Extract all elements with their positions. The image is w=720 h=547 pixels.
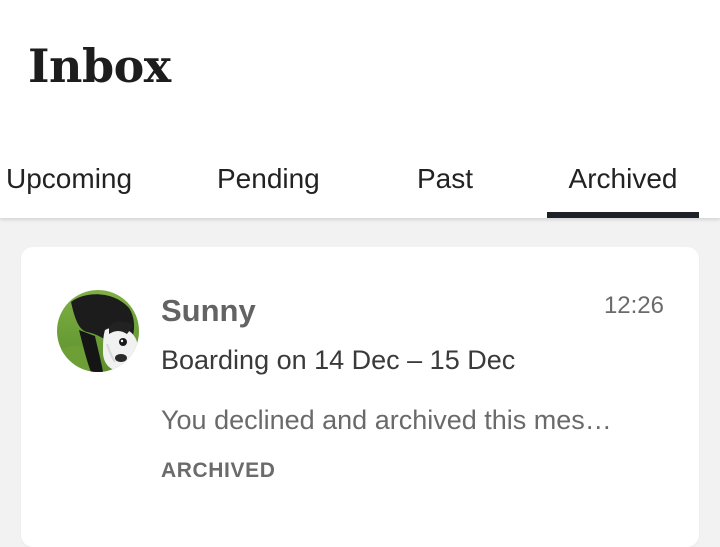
tab-upcoming[interactable]: Upcoming	[6, 150, 132, 218]
avatar	[57, 290, 139, 372]
message-preview: You declined and archived this mes…	[161, 405, 612, 435]
tab-pending[interactable]: Pending	[217, 150, 320, 218]
sender-name: Sunny	[161, 293, 256, 328]
tab-past[interactable]: Past	[417, 150, 473, 218]
active-tab-indicator	[547, 212, 699, 218]
page-title: Inbox	[28, 39, 171, 93]
booking-summary: Boarding on 14 Dec – 15 Dec	[161, 345, 516, 375]
tab-archived[interactable]: Archived	[547, 150, 699, 218]
message-card[interactable]: Sunny 12:26 Boarding on 14 Dec – 15 Dec …	[21, 247, 699, 547]
dog-photo-icon	[57, 290, 139, 372]
status-badge: ARCHIVED	[161, 459, 276, 482]
message-time: 12:26	[603, 292, 664, 319]
tab-bar: Upcoming Pending Past Archived	[0, 150, 720, 218]
app-header: Inbox Upcoming Pending Past Archived	[0, 0, 720, 218]
